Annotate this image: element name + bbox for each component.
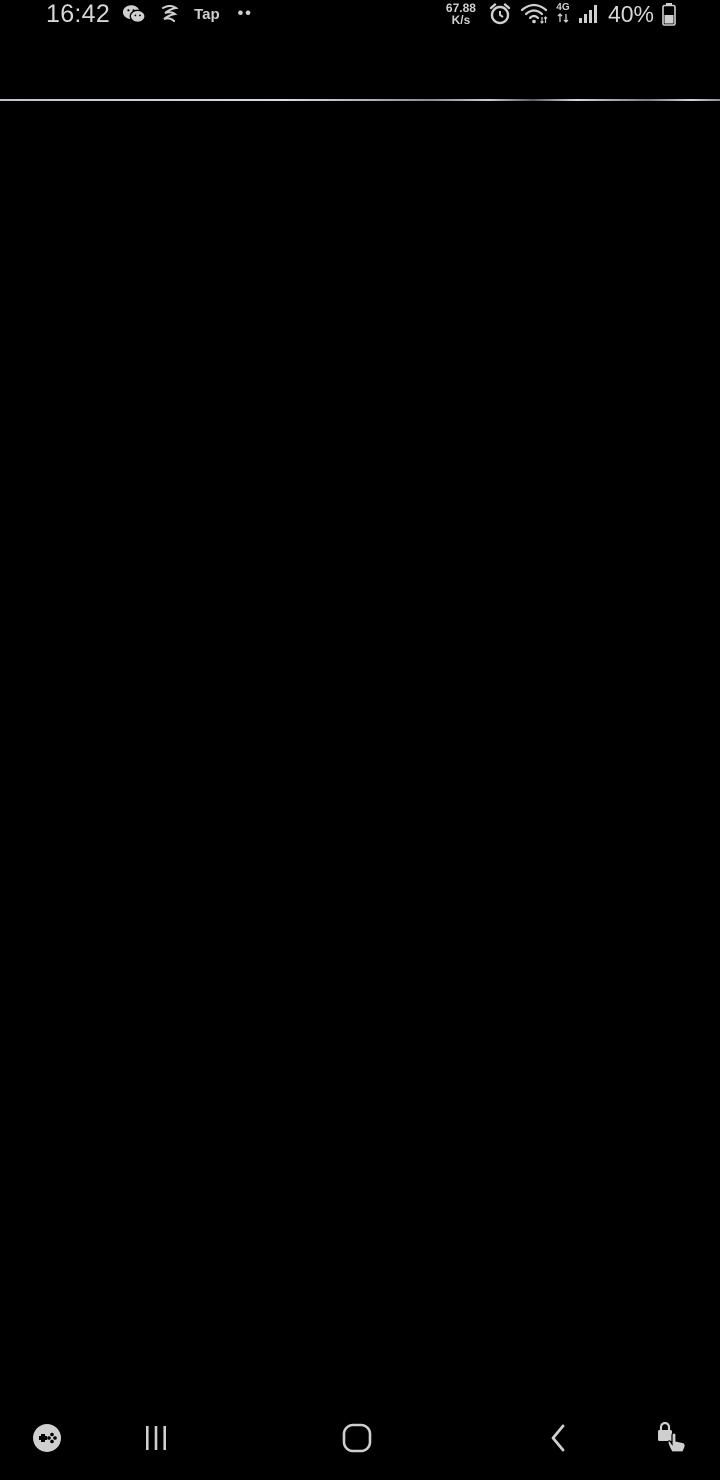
- more-notifications-indicator: ••: [237, 5, 253, 22]
- recent-apps-icon: [146, 1426, 166, 1450]
- game-tools-button[interactable]: [23, 1414, 71, 1462]
- weibo-icon: [158, 2, 182, 26]
- back-icon: [551, 1424, 565, 1452]
- network-type-label: 4G: [556, 1, 570, 13]
- wechat-icon: [122, 2, 146, 26]
- navigation-bar: [0, 1398, 720, 1480]
- signal-strength-icon: [578, 4, 600, 24]
- network-speed-unit: K/s: [451, 13, 471, 27]
- screen-pin-button[interactable]: [648, 1414, 696, 1462]
- status-right-group: 67.88 K/s 4G 40%: [446, 0, 676, 28]
- battery-icon: [662, 2, 676, 26]
- game-tools-icon: [33, 1424, 61, 1452]
- home-icon: [342, 1423, 372, 1453]
- network-speed-indicator: 67.88 K/s: [446, 2, 476, 26]
- home-button[interactable]: [333, 1414, 381, 1462]
- content-area: [0, 101, 720, 1397]
- alarm-icon: [488, 2, 512, 26]
- battery-percent: 40%: [607, 0, 654, 27]
- back-button[interactable]: [534, 1414, 582, 1462]
- tap-notification-label: Tap: [194, 5, 220, 23]
- status-bar: 16:42 Tap •• 67.88 K/s 4G 40%: [0, 0, 720, 30]
- clock: 16:42: [46, 0, 111, 28]
- data-arrows-icon: [556, 12, 570, 26]
- status-left-group: 16:42 Tap ••: [46, 0, 253, 28]
- network-type-indicator: 4G: [556, 1, 570, 26]
- recent-apps-button[interactable]: [132, 1414, 180, 1462]
- screen-pin-icon: [658, 1421, 686, 1453]
- wifi-icon: [520, 3, 548, 25]
